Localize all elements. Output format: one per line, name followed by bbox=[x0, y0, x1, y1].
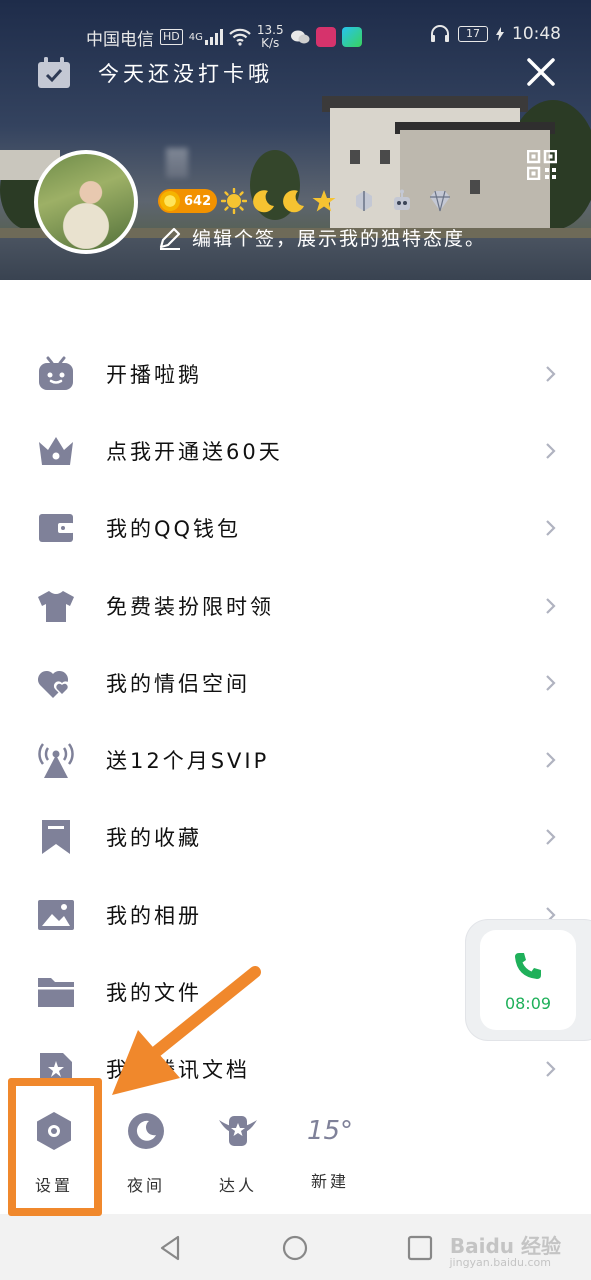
menu-item-label: 我的收藏 bbox=[106, 826, 202, 851]
wallet-icon bbox=[39, 514, 74, 543]
coin-badge: 642 bbox=[158, 189, 218, 213]
chevron-right-icon bbox=[546, 1061, 556, 1078]
wifi-icon bbox=[229, 28, 251, 46]
menu-item-favorites[interactable]: 我的收藏 bbox=[0, 799, 591, 876]
menu-item-label: 我的情侣空间 bbox=[106, 671, 250, 696]
expert-label: 达人 bbox=[218, 1176, 257, 1195]
menu-item-wallet[interactable]: 我的QQ钱包 bbox=[0, 490, 591, 567]
chevron-right-icon bbox=[546, 520, 556, 537]
weather-label: 新建 bbox=[310, 1172, 349, 1191]
qr-code-icon[interactable] bbox=[527, 150, 557, 180]
net-speed-unit: K/s bbox=[261, 36, 280, 50]
hd-badge: HD bbox=[160, 29, 183, 45]
baidu-watermark: Baidu 经验 bbox=[449, 1234, 561, 1258]
menu-item-dressup[interactable]: 免费装扮限时领 bbox=[0, 567, 591, 644]
menu-item-vip-trial[interactable]: 点我开通送60天 bbox=[0, 412, 591, 489]
nickname-blurred bbox=[166, 148, 188, 178]
chevron-right-icon bbox=[546, 443, 556, 459]
calendar-check-icon bbox=[38, 57, 70, 88]
avatar[interactable] bbox=[34, 150, 138, 254]
checkin-text: 今天还没打卡哦 bbox=[98, 62, 273, 86]
menu-item-label: 点我开通送60天 bbox=[106, 439, 283, 464]
broadcast-tower-icon bbox=[38, 743, 74, 779]
night-mode-button[interactable]: 夜间 bbox=[106, 1110, 186, 1196]
coin-count: 642 bbox=[184, 193, 212, 209]
charging-icon bbox=[496, 27, 504, 41]
call-duration: 08:09 bbox=[504, 994, 552, 1013]
menu-item-svip[interactable]: 送12个月SVIP bbox=[0, 721, 591, 798]
moon-icon bbox=[128, 1113, 164, 1149]
menu-item-label: 送12个月SVIP bbox=[106, 749, 270, 774]
winged-badge-icon bbox=[219, 1116, 257, 1146]
chevron-right-icon bbox=[546, 829, 556, 846]
menu-item-couple-space[interactable]: 我的情侣空间 bbox=[0, 644, 591, 721]
annotation-arrow-icon bbox=[112, 966, 261, 1095]
battery-icon: 17 bbox=[458, 26, 488, 42]
floating-call-widget[interactable]: 08:09 bbox=[466, 920, 591, 1040]
net-speed: 13.5 K/s bbox=[257, 24, 284, 50]
baidu-watermark-url: jingyan.baidu.com bbox=[449, 1256, 551, 1269]
diamond-privilege-icon bbox=[356, 191, 373, 211]
headphone-icon bbox=[431, 25, 449, 42]
network-gen: 4G bbox=[188, 31, 203, 43]
video-app-icon bbox=[341, 27, 362, 47]
signature-text: 编辑个签，展示我的独特态度。 bbox=[192, 228, 487, 250]
gem-privilege-icon bbox=[430, 190, 451, 212]
menu-item-live[interactable]: 开播啦鹅 bbox=[0, 335, 591, 412]
menu-item-label: 开播啦鹅 bbox=[106, 362, 202, 387]
moon-level-icon bbox=[253, 190, 275, 213]
pencil-icon bbox=[159, 227, 181, 250]
chevron-right-icon bbox=[546, 752, 556, 768]
signal-icon bbox=[204, 29, 223, 45]
folder-icon bbox=[38, 978, 74, 1008]
system-nav-bar: Baidu 经验 jingyan.baidu.com bbox=[0, 1214, 591, 1280]
chevron-right-icon bbox=[546, 597, 556, 614]
crown-icon bbox=[39, 436, 73, 465]
expert-button[interactable]: 达人 bbox=[198, 1110, 278, 1196]
menu-item-label: 免费装扮限时领 bbox=[106, 594, 274, 619]
annotation-highlight-box bbox=[8, 1078, 102, 1216]
hearts-icon bbox=[37, 670, 71, 698]
scenery-window bbox=[350, 150, 360, 164]
wechat-icon bbox=[290, 30, 310, 44]
tv-mascot-icon bbox=[39, 356, 73, 390]
photo-icon bbox=[38, 899, 74, 930]
weather-button[interactable]: 15° 新建 bbox=[290, 1110, 370, 1192]
menu-item-label: 我的相册 bbox=[106, 903, 202, 928]
app-notification-icon bbox=[315, 27, 336, 47]
coin-icon bbox=[160, 191, 180, 211]
checkin-banner[interactable]: 今天还没打卡哦 bbox=[36, 56, 273, 90]
scenery-window bbox=[380, 150, 390, 164]
clock: 10:48 bbox=[512, 24, 561, 44]
call-widget-inner: 08:09 bbox=[480, 930, 576, 1030]
shirt-icon bbox=[38, 590, 74, 622]
edit-signature[interactable]: 编辑个签，展示我的独特态度。 bbox=[158, 224, 486, 251]
chevron-right-icon bbox=[546, 675, 556, 691]
scenery-window bbox=[470, 180, 480, 194]
level-badges[interactable]: 642 bbox=[158, 188, 453, 214]
moon-level-icon bbox=[283, 190, 305, 213]
weather-temperature: 15° bbox=[306, 1116, 354, 1146]
chevron-right-icon bbox=[546, 365, 556, 382]
menu-item-label: 我的QQ钱包 bbox=[106, 517, 242, 542]
close-icon[interactable] bbox=[525, 56, 557, 88]
sun-level-icon bbox=[221, 188, 248, 214]
carrier-name: 中国电信 bbox=[86, 29, 154, 50]
robot-privilege-icon bbox=[394, 189, 411, 210]
star-level-icon bbox=[312, 190, 336, 212]
phone-icon bbox=[515, 953, 541, 979]
back-triangle-icon[interactable] bbox=[156, 1234, 184, 1262]
profile-header: 中国电信 HD 4G 13.5 K/s 17 10:48 今天还没打卡哦 642… bbox=[0, 0, 591, 280]
night-label: 夜间 bbox=[126, 1176, 165, 1195]
bookmark-icon bbox=[42, 820, 70, 855]
home-circle-icon[interactable] bbox=[281, 1234, 309, 1262]
recents-square-icon[interactable] bbox=[406, 1234, 434, 1262]
